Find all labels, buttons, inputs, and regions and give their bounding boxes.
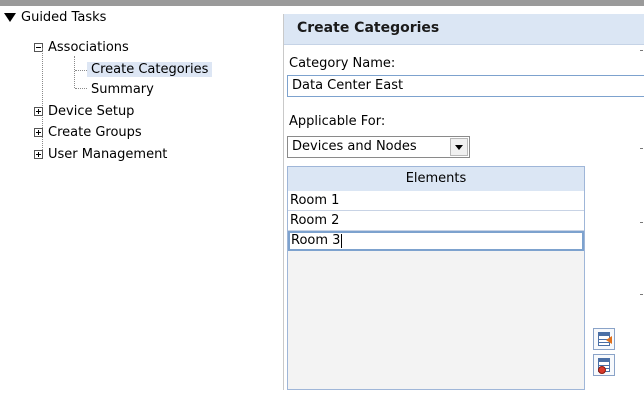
edge-tick xyxy=(640,294,643,295)
plus-box-icon[interactable] xyxy=(34,107,43,116)
category-name-input[interactable]: Data Center East xyxy=(287,75,644,97)
triangle-down-icon[interactable] xyxy=(4,13,16,22)
guided-tasks-tree: Guided Tasks Associations Create Categor… xyxy=(0,6,276,390)
tree-connector xyxy=(74,56,75,88)
tree-item-create-categories[interactable]: Create Categories xyxy=(87,60,213,80)
edge-tick xyxy=(640,50,643,51)
arrow-left-icon xyxy=(606,336,612,344)
delete-row-button[interactable] xyxy=(593,354,615,376)
text-caret xyxy=(341,233,343,248)
elements-header: Elements xyxy=(288,167,584,192)
element-cell: Room 2 xyxy=(290,213,340,228)
applicable-for-label: Applicable For: xyxy=(289,114,386,129)
chevron-down-icon[interactable] xyxy=(450,138,468,156)
edge-tick xyxy=(640,148,643,149)
panel-title: Create Categories xyxy=(297,20,440,36)
tree-root[interactable]: Guided Tasks xyxy=(4,8,106,28)
table-row[interactable]: Room 2 xyxy=(288,211,584,231)
table-row[interactable]: Room 1 xyxy=(288,191,584,211)
tree-connector xyxy=(75,70,87,71)
tree-item-label: Create Groups xyxy=(48,125,142,140)
tree-item-user-management[interactable]: User Management xyxy=(34,145,167,165)
element-cell: Room 1 xyxy=(290,193,340,208)
applicable-for-select[interactable]: Devices and Nodes xyxy=(287,136,470,158)
app-frame: Guided Tasks Associations Create Categor… xyxy=(0,0,644,408)
tree-connector xyxy=(75,88,87,89)
tree-item-create-groups[interactable]: Create Groups xyxy=(34,123,142,143)
tree-item-label: Device Setup xyxy=(48,104,135,119)
edge-tick xyxy=(640,222,643,223)
element-cell[interactable]: Room 3 xyxy=(291,233,340,248)
create-categories-panel: Create Categories Category Name: Data Ce… xyxy=(283,14,644,390)
applicable-for-value: Devices and Nodes xyxy=(292,139,417,154)
tree-item-label: Create Categories xyxy=(87,62,213,77)
plus-box-icon[interactable] xyxy=(34,150,43,159)
add-row-button[interactable] xyxy=(593,328,615,350)
plus-box-icon[interactable] xyxy=(34,128,43,137)
elements-grid: Elements Room 1 Room 2 Room 3 xyxy=(287,166,585,390)
panel-header: Create Categories xyxy=(284,14,644,45)
tree-item-summary[interactable]: Summary xyxy=(91,80,154,100)
tree-item-label: Associations xyxy=(48,40,129,55)
tree-root-label: Guided Tasks xyxy=(21,10,107,25)
tree-item-device-setup[interactable]: Device Setup xyxy=(34,102,134,122)
tree-item-associations[interactable]: Associations xyxy=(34,38,129,58)
category-name-label: Category Name: xyxy=(289,56,396,71)
delete-dot-icon xyxy=(598,366,606,374)
table-row-editing[interactable]: Room 3 xyxy=(288,231,584,251)
bottom-strip xyxy=(0,390,644,408)
tree-item-label: Summary xyxy=(91,82,154,97)
tree-item-label: User Management xyxy=(48,147,168,162)
